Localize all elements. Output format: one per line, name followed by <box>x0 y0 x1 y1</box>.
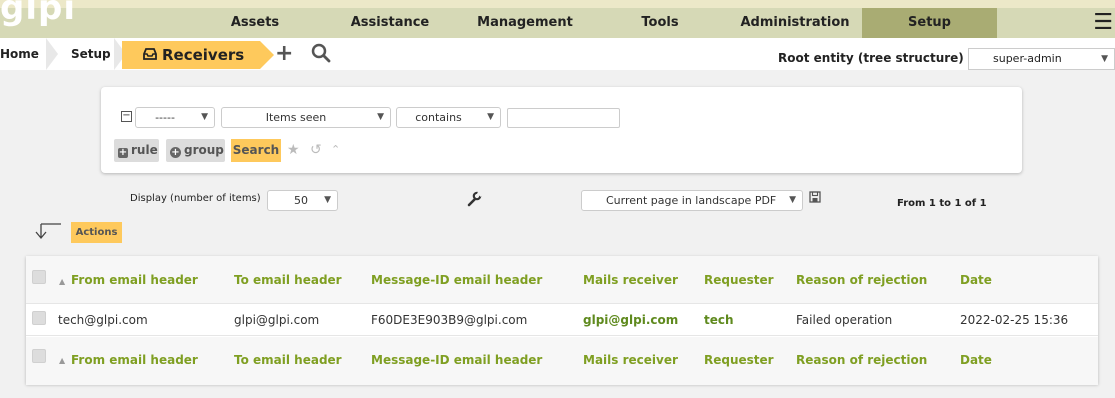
add-rule-button[interactable]: + rule <box>114 139 159 162</box>
cell-message-id: F60DE3E903B9@glpi.com <box>371 313 528 327</box>
inbox-icon <box>142 41 158 69</box>
plus-circle-icon: + <box>170 147 181 158</box>
chevron-down-icon: ▼ <box>1101 54 1108 64</box>
col-footer-from[interactable]: From email header <box>71 353 198 367</box>
breadcrumb-receivers[interactable]: Receivers <box>122 41 274 69</box>
row-checkbox[interactable] <box>32 311 46 325</box>
cell-to: glpi@glpi.com <box>234 313 320 327</box>
col-footer-reason[interactable]: Reason of rejection <box>796 353 927 367</box>
breadcrumb-home[interactable]: Home <box>0 38 39 70</box>
col-header-from[interactable]: From email header <box>71 273 198 287</box>
menu-tools[interactable]: Tools <box>610 8 710 38</box>
menu-assets[interactable]: Assets <box>198 8 312 38</box>
menu-assistance[interactable]: Assistance <box>330 8 450 38</box>
search-operator-select[interactable]: contains ▼ <box>396 107 501 128</box>
search-operator-value: contains <box>415 111 462 124</box>
table-footer-row: ▲ From email header To email header Mess… <box>26 337 1098 385</box>
display-count-select[interactable]: 50 ▼ <box>267 190 338 211</box>
chevron-down-icon: ▼ <box>377 112 384 122</box>
menu-management[interactable]: Management <box>464 8 586 38</box>
reset-icon[interactable]: ↺ <box>310 141 322 159</box>
actions-button[interactable]: Actions <box>71 222 122 243</box>
current-entity[interactable]: Root entity (tree structure) <box>778 38 964 70</box>
add-group-button[interactable]: + group <box>166 139 225 162</box>
col-footer-date[interactable]: Date <box>960 353 992 367</box>
menu-setup[interactable]: Setup <box>862 8 997 38</box>
pagination-info: From 1 to 1 of 1 <box>897 198 987 209</box>
search-field-value: Items seen <box>265 111 327 124</box>
select-all-checkbox[interactable] <box>32 270 46 284</box>
remove-criterion-icon[interactable]: − <box>121 111 132 122</box>
plus-square-icon: + <box>118 147 128 158</box>
main-menu: Assets Assistance Management Tools Admin… <box>0 8 1115 38</box>
save-icon[interactable] <box>809 191 821 206</box>
breadcrumb-setup[interactable]: Setup <box>71 38 111 70</box>
search-field-select[interactable]: Items seen ▼ <box>221 107 391 128</box>
add-icon[interactable]: + <box>275 40 293 68</box>
collapse-icon[interactable]: ⌃ <box>331 141 340 159</box>
col-header-to[interactable]: To email header <box>234 273 342 287</box>
profile-select[interactable]: super-admin ▼ <box>968 48 1115 70</box>
cell-requester-link[interactable]: tech <box>704 313 734 327</box>
col-header-message-id[interactable]: Message-ID email header <box>371 273 542 287</box>
cell-reason: Failed operation <box>796 313 893 327</box>
table-row: tech@glpi.com glpi@glpi.com F60DE3E903B9… <box>26 303 1098 336</box>
col-header-date[interactable]: Date <box>960 273 992 287</box>
search-value-input[interactable] <box>507 108 620 128</box>
cell-date: 2022-02-25 15:36 <box>960 313 1069 327</box>
col-header-receiver[interactable]: Mails receiver <box>583 273 678 287</box>
add-rule-label: rule <box>131 143 158 157</box>
cell-receiver-link[interactable]: glpi@glpi.com <box>583 313 678 327</box>
table-header-row: ▲ From email header To email header Mess… <box>26 256 1098 304</box>
breadcrumb-current-label: Receivers <box>162 46 245 64</box>
hamburger-menu-icon[interactable]: ☰ <box>1093 10 1113 36</box>
results-table: ▲ From email header To email header Mess… <box>26 256 1098 385</box>
top-strip <box>0 0 1115 8</box>
search-panel: − ----- ▼ Items seen ▼ contains ▼ + rule … <box>101 87 1022 173</box>
profile-select-value: super-admin <box>993 52 1062 65</box>
export-format-select[interactable]: Current page in landscape PDF ▼ <box>581 190 803 211</box>
top-navbar: glpi Assets Assistance Management Tools … <box>0 0 1115 38</box>
criteria-link-value: ----- <box>155 111 175 124</box>
col-header-requester[interactable]: Requester <box>704 273 774 287</box>
menu-administration[interactable]: Administration <box>728 8 862 38</box>
select-all-checkbox[interactable] <box>32 349 46 363</box>
col-footer-to[interactable]: To email header <box>234 353 342 367</box>
display-count-value: 50 <box>294 194 308 207</box>
chevron-down-icon: ▼ <box>487 112 494 122</box>
search-icon[interactable] <box>311 43 331 71</box>
col-header-reason[interactable]: Reason of rejection <box>796 273 927 287</box>
breadcrumb-separator <box>46 38 58 70</box>
cell-from: tech@glpi.com <box>58 313 148 327</box>
sort-caret-icon: ▲ <box>59 356 66 365</box>
col-footer-requester[interactable]: Requester <box>704 353 774 367</box>
wrench-icon[interactable] <box>466 190 484 211</box>
export-format-value: Current page in landscape PDF <box>606 194 777 207</box>
sort-caret-icon: ▲ <box>59 277 66 286</box>
col-footer-message-id[interactable]: Message-ID email header <box>371 353 542 367</box>
add-group-label: group <box>184 143 224 157</box>
arrow-down-left-icon <box>32 222 62 240</box>
chevron-down-icon: ▼ <box>324 195 331 205</box>
star-icon[interactable]: ★ <box>287 141 300 159</box>
display-count-label: Display (number of items) <box>130 193 261 204</box>
chevron-down-icon: ▼ <box>789 195 796 205</box>
chevron-down-icon: ▼ <box>201 112 208 122</box>
search-button[interactable]: Search <box>231 139 281 162</box>
criteria-link-select[interactable]: ----- ▼ <box>135 107 215 128</box>
col-footer-receiver[interactable]: Mails receiver <box>583 353 678 367</box>
